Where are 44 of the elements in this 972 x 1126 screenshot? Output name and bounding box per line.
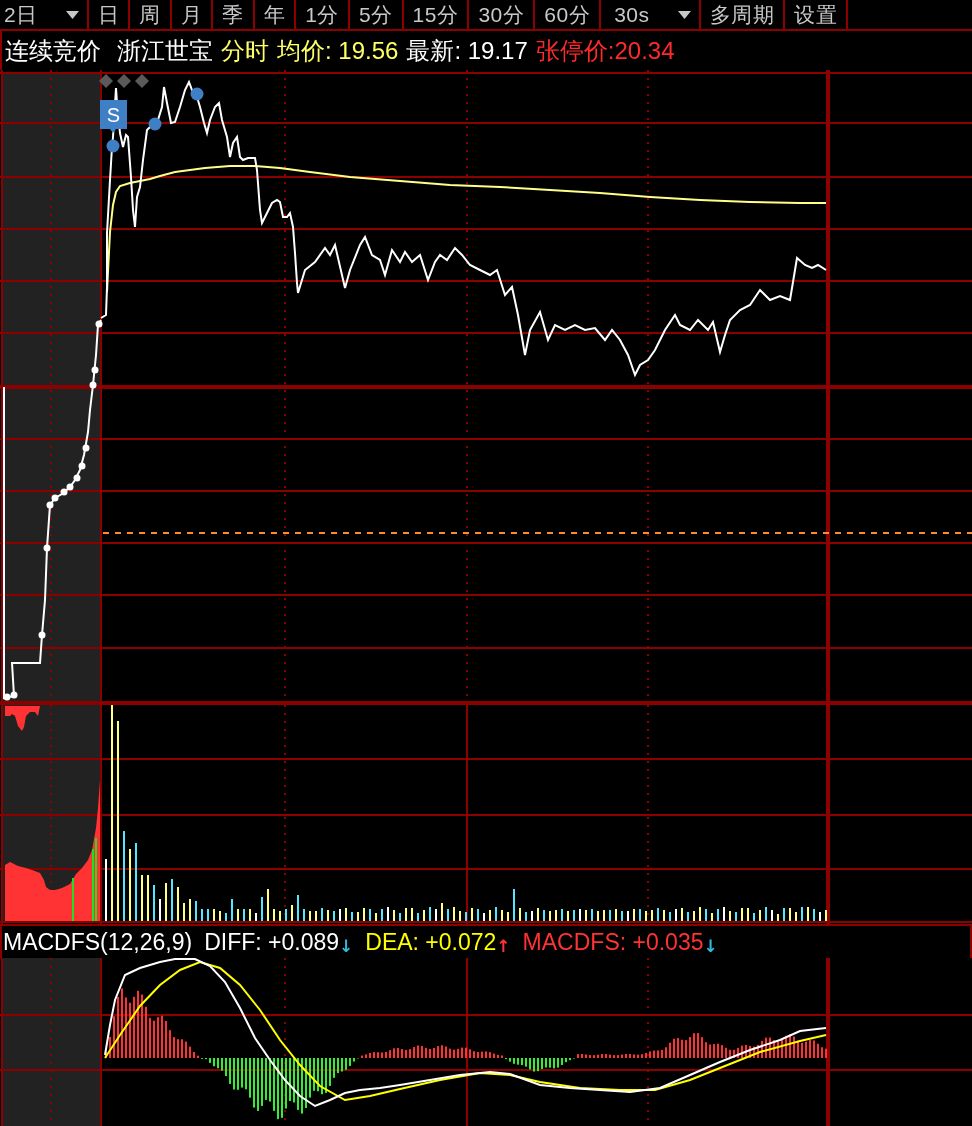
toolbar-tab[interactable]: 1分 xyxy=(296,0,350,29)
toolbar-tab[interactable]: 5分 xyxy=(349,0,404,29)
dot-marker-icon xyxy=(148,117,162,131)
indicator-reading: DIFF: +0.089 xyxy=(204,928,340,956)
limit-up-price-text: 张停价:20.34 xyxy=(535,35,675,66)
toolbar-tab[interactable]: 多周期 xyxy=(700,0,785,29)
trading-status: 连续竞价 xyxy=(5,35,101,66)
price-point-icon xyxy=(89,381,97,389)
toolbar-tab[interactable]: 月 xyxy=(171,0,214,29)
diamond-icon xyxy=(135,74,149,88)
toolbar-tab[interactable]: 30分 xyxy=(469,0,536,29)
marker-badge: S xyxy=(100,100,127,133)
price-point-icon xyxy=(43,544,51,552)
diamond-icon xyxy=(99,74,113,88)
dropdown-button[interactable]: 2日 xyxy=(0,0,89,29)
trend-arrow: ↓ xyxy=(703,936,718,956)
average-price-text: 均价: 19.56 xyxy=(277,35,399,66)
price-point-icon xyxy=(78,462,86,470)
toolbar-tab[interactable]: 季 xyxy=(213,0,255,29)
stock-name: 浙江世宝 xyxy=(117,35,213,66)
indicator-reading: MACDFS: +0.035 xyxy=(522,928,704,956)
dot-marker-icon xyxy=(106,139,120,153)
price-point-icon xyxy=(91,366,99,374)
auction-volume-area xyxy=(5,706,40,731)
dropdown-button[interactable]: 30s xyxy=(601,0,701,29)
dot-marker-icon xyxy=(190,87,204,101)
toolbar-tab[interactable]: 日 xyxy=(88,0,131,29)
toolbar-tab[interactable]: 设置 xyxy=(785,0,848,29)
last-price-text: 最新: 19.17 xyxy=(406,35,528,66)
price-point-icon xyxy=(95,320,103,328)
diamond-icon xyxy=(117,74,131,88)
toolbar-tab[interactable]: 年 xyxy=(254,0,297,29)
trend-arrow: ↑ xyxy=(496,936,511,956)
indicator-reading: DEA: +0.072 xyxy=(365,928,497,956)
toolbar-tab[interactable]: 60分 xyxy=(535,0,602,29)
caret-icon xyxy=(677,10,691,19)
chart-mode-label: 分时 xyxy=(221,35,269,66)
toolbar-tab[interactable]: 周 xyxy=(130,0,172,29)
caret-icon xyxy=(65,10,79,19)
price-point-icon xyxy=(82,444,90,452)
indicator-title: MACDFS(12,26,9) xyxy=(3,928,193,956)
price-point-icon xyxy=(38,631,46,639)
toolbar-tab[interactable]: 15分 xyxy=(403,0,470,29)
trend-arrow: ↓ xyxy=(339,936,354,956)
